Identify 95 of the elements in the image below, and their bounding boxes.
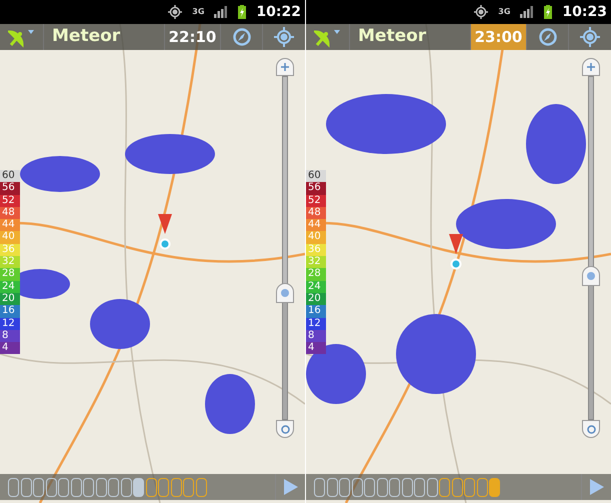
timeline-frame[interactable] bbox=[426, 478, 438, 496]
zoom-slider[interactable] bbox=[282, 76, 288, 420]
time-display: 22:10 bbox=[164, 24, 221, 50]
legend-item: 32 bbox=[0, 256, 20, 268]
legend-item: 20 bbox=[0, 292, 20, 306]
legend-item: 8 bbox=[306, 330, 326, 342]
location-dot-icon bbox=[450, 258, 462, 270]
legend-item: 36 bbox=[0, 244, 20, 256]
play-icon bbox=[590, 479, 604, 495]
battery-icon bbox=[544, 5, 552, 19]
timeline-frame[interactable] bbox=[326, 478, 338, 496]
legend-item: 48 bbox=[306, 206, 326, 220]
legend-item: 48 bbox=[0, 206, 20, 220]
timeline-frame[interactable] bbox=[414, 478, 425, 496]
app-title: Meteor bbox=[357, 25, 428, 48]
clock: 10:22 bbox=[256, 5, 301, 19]
zoom-out-button[interactable] bbox=[582, 420, 600, 438]
legend-item: 24 bbox=[306, 280, 326, 293]
compass-icon bbox=[232, 28, 250, 46]
legend-item: 52 bbox=[306, 194, 326, 207]
zoom-out-button[interactable] bbox=[276, 420, 294, 438]
timeline-frame[interactable] bbox=[120, 478, 132, 496]
legend-item: 56 bbox=[306, 182, 326, 195]
timeline-frame[interactable] bbox=[58, 478, 69, 496]
location-dot-icon bbox=[159, 238, 171, 250]
timeline-frame[interactable] bbox=[8, 478, 19, 496]
gps-icon bbox=[168, 5, 182, 19]
timeline-frame[interactable] bbox=[439, 478, 450, 496]
legend-item: 44 bbox=[0, 219, 20, 232]
network-label: 3G bbox=[192, 8, 204, 16]
legend-item: 16 bbox=[0, 305, 20, 318]
timeline-frame[interactable] bbox=[96, 478, 106, 496]
legend-item: 8 bbox=[0, 330, 20, 342]
timeline-frame[interactable] bbox=[376, 478, 388, 496]
legend-item: 12 bbox=[306, 318, 326, 330]
timeline-frame[interactable] bbox=[402, 478, 412, 496]
timeline-frame[interactable] bbox=[70, 478, 82, 496]
timeline-frame[interactable] bbox=[183, 478, 194, 496]
compass-icon bbox=[538, 28, 556, 46]
timeline-frame[interactable] bbox=[33, 478, 44, 496]
timeline-frame[interactable] bbox=[476, 478, 488, 496]
timeline-frame[interactable] bbox=[146, 478, 156, 496]
circle-icon bbox=[586, 424, 596, 434]
circle-icon bbox=[280, 424, 290, 434]
legend-item: 20 bbox=[306, 292, 326, 306]
timeline-frame[interactable] bbox=[158, 478, 169, 496]
locate-icon bbox=[580, 27, 600, 47]
timeline-frame[interactable] bbox=[46, 478, 56, 496]
map-pin-icon bbox=[449, 234, 463, 254]
legend-item: 52 bbox=[0, 194, 20, 207]
zoom-in-button[interactable] bbox=[582, 58, 600, 76]
legend-item: 60 bbox=[306, 170, 326, 182]
zoom-in-button[interactable] bbox=[276, 58, 294, 76]
legend-item: 40 bbox=[0, 231, 20, 244]
timeline-frame[interactable] bbox=[364, 478, 375, 496]
timeline-frame[interactable] bbox=[352, 478, 362, 496]
map-pin-icon bbox=[158, 214, 172, 234]
legend-item: 32 bbox=[306, 256, 326, 268]
legend-item: 44 bbox=[306, 219, 326, 232]
timeline-frame[interactable] bbox=[20, 478, 32, 496]
legend-item: 16 bbox=[306, 305, 326, 318]
timeline-frame[interactable] bbox=[489, 478, 500, 496]
play-icon bbox=[284, 479, 298, 495]
zoom-slider[interactable] bbox=[588, 76, 594, 420]
legend-item: 4 bbox=[306, 342, 326, 354]
timeline-frame[interactable] bbox=[133, 478, 144, 496]
gps-icon bbox=[474, 5, 488, 19]
legend-item: 60 bbox=[0, 170, 20, 182]
timeline-frame[interactable] bbox=[83, 478, 94, 496]
timeline-frame[interactable] bbox=[339, 478, 350, 496]
timeline-frame[interactable] bbox=[452, 478, 462, 496]
signal-icon bbox=[214, 6, 228, 18]
clock: 10:23 bbox=[562, 5, 607, 19]
legend-item: 28 bbox=[306, 268, 326, 281]
network-label: 3G bbox=[498, 8, 510, 16]
timeline-frame[interactable] bbox=[108, 478, 119, 496]
locate-icon bbox=[274, 27, 294, 47]
timeline-frame[interactable] bbox=[389, 478, 400, 496]
legend-item: 24 bbox=[0, 280, 20, 293]
timeline-frame[interactable] bbox=[170, 478, 182, 496]
app-title: Meteor bbox=[51, 25, 122, 48]
legend-item: 4 bbox=[0, 342, 20, 354]
timeline-frame[interactable] bbox=[196, 478, 206, 496]
legend-item: 12 bbox=[0, 318, 20, 330]
legend-item: 40 bbox=[306, 231, 326, 244]
legend-item: 36 bbox=[306, 244, 326, 256]
legend-item: 28 bbox=[0, 268, 20, 281]
plus-icon bbox=[587, 63, 595, 71]
legend-item: 56 bbox=[0, 182, 20, 195]
timeline-frame[interactable] bbox=[464, 478, 475, 496]
battery-icon bbox=[238, 5, 246, 19]
signal-icon bbox=[520, 6, 534, 18]
time-display: 23:00 bbox=[470, 24, 527, 50]
plus-icon bbox=[281, 63, 289, 71]
timeline-frame[interactable] bbox=[314, 478, 325, 496]
